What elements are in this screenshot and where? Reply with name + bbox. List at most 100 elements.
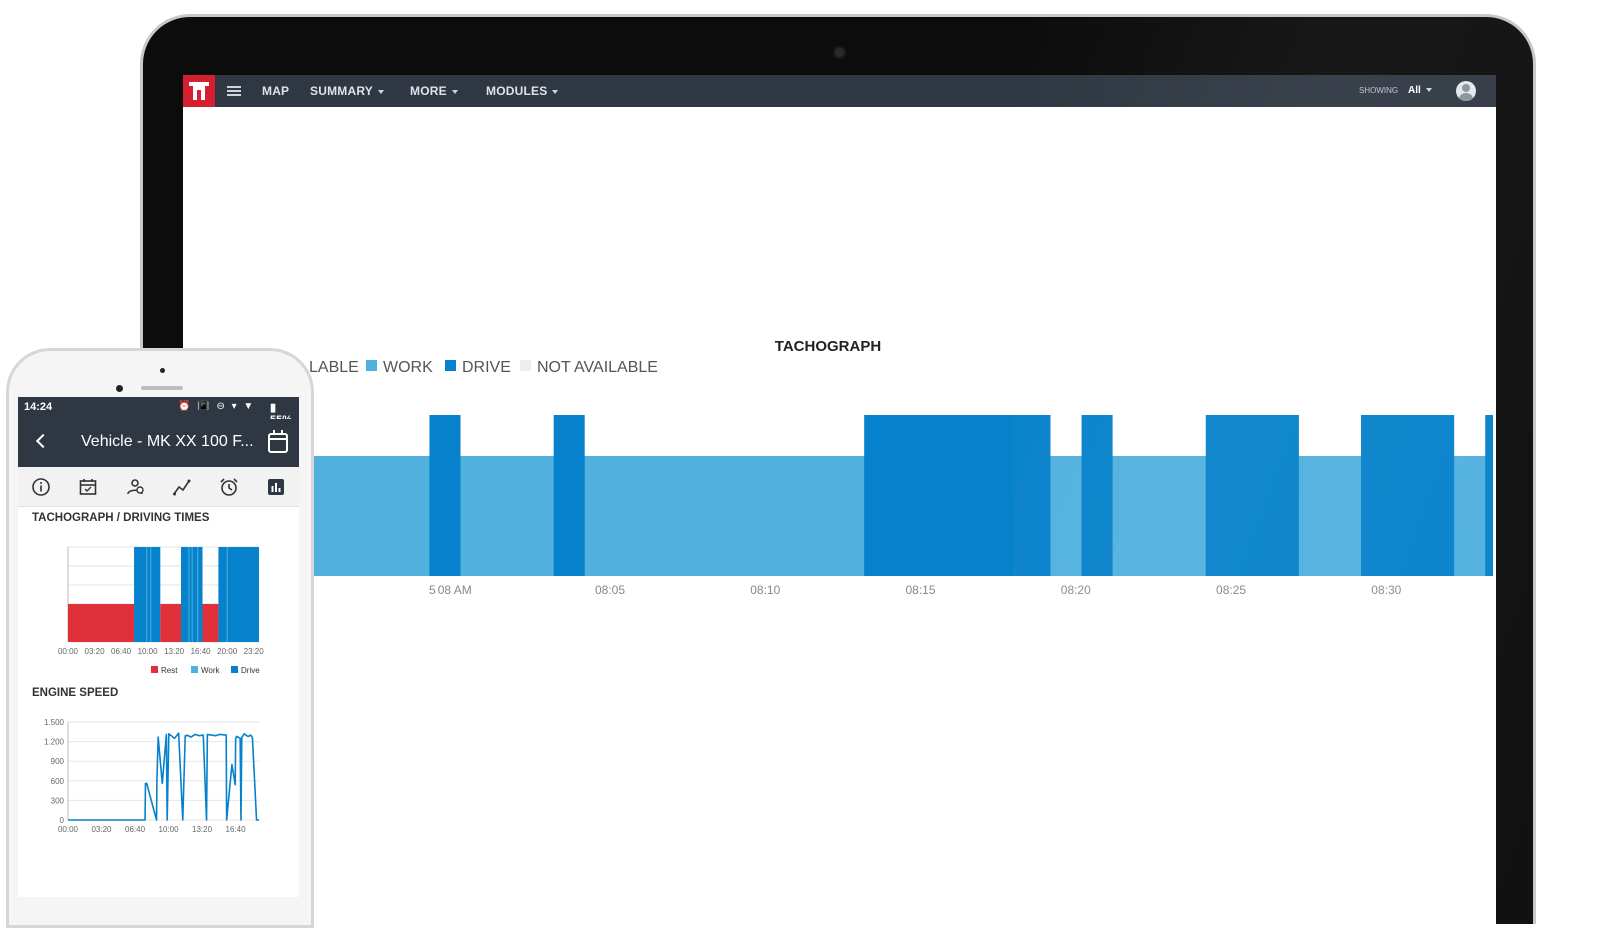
x-tick-label: 08:05 — [595, 583, 625, 597]
laptop-screen: MAP SUMMARY MORE MODULES SHOWING All TAC… — [183, 75, 1496, 924]
chevron-down-icon — [552, 89, 559, 94]
webcam — [833, 46, 846, 59]
x-tick-label: 08:20 — [1061, 583, 1091, 597]
x-tick-label: 20:00 — [217, 647, 238, 656]
drive-bar — [864, 415, 1051, 576]
phone-sensor — [160, 368, 165, 373]
x-tick-label: 00:00 — [58, 647, 79, 656]
y-tick-label: 600 — [51, 777, 65, 786]
status-icons: ⏰ 📳 ⊖ ▾ ▼ — [178, 401, 256, 412]
chevron-down-icon — [377, 89, 384, 94]
legend-label: Drive — [241, 666, 260, 675]
legend-item-work[interactable]: WORK — [366, 359, 433, 377]
nav-more[interactable]: MORE — [410, 75, 458, 107]
rest-bar — [160, 604, 182, 642]
bar-chart-icon[interactable] — [266, 477, 286, 497]
legend-swatch — [445, 360, 456, 372]
calendar-icon[interactable] — [78, 477, 98, 497]
phone-frame: 14:24 ⏰ 📳 ⊖ ▾ ▼ ▮ 55% Vehicle - MK XX 10… — [6, 348, 314, 928]
legend-label: NOT AVAILABLE — [537, 359, 658, 376]
phone-speaker — [141, 386, 183, 390]
legend-swatch — [151, 666, 158, 673]
nav-modules[interactable]: MODULES — [486, 75, 559, 107]
rest-bar — [68, 604, 135, 642]
legend-label: WORK — [383, 359, 433, 376]
legend-item-drive[interactable]: DRIVE — [445, 359, 511, 377]
x-tick-label: 08 AM — [438, 583, 472, 597]
phone-screen: 14:24 ⏰ 📳 ⊖ ▾ ▼ ▮ 55% Vehicle - MK XX 10… — [18, 397, 299, 897]
x-tick-label: 16:40 — [191, 647, 212, 656]
showing-value: All — [1408, 85, 1421, 96]
x-tick-label: 00:00 — [58, 825, 79, 834]
phone-app-bar: Vehicle - MK XX 100 F... — [18, 419, 299, 467]
x-tick-label: 10:00 — [159, 825, 180, 834]
y-tick-label: 300 — [51, 796, 65, 805]
legend-swatch — [191, 666, 198, 673]
y-tick-label: 1.500 — [44, 718, 65, 727]
rest-bar — [202, 604, 219, 642]
nav-more-label: MORE — [410, 84, 447, 98]
engine-speed-section-title: ENGINE SPEED — [32, 687, 119, 699]
y-tick-label: 900 — [51, 757, 65, 766]
nav-summary-label: SUMMARY — [310, 84, 373, 98]
legend-swatch — [231, 666, 238, 673]
x-tick-label: 10:00 — [138, 647, 159, 656]
hamburger-icon[interactable] — [227, 84, 241, 98]
tt-logo-icon[interactable] — [183, 75, 215, 107]
x-tick-label: 16:40 — [226, 825, 247, 834]
x-tick-label: 08:25 — [1216, 583, 1246, 597]
phone-status-bar: 14:24 ⏰ 📳 ⊖ ▾ ▼ ▮ 55% — [18, 397, 299, 426]
status-time: 14:24 — [24, 401, 53, 413]
x-tick-label: 08:15 — [906, 583, 936, 597]
showing-filter-select[interactable]: All — [1408, 75, 1432, 107]
y-tick-label: 0 — [60, 816, 65, 825]
legend-label: LABLE — [309, 359, 359, 376]
showing-label: SHOWING — [1359, 86, 1399, 95]
x-tick-label: 23:20 — [244, 647, 265, 656]
drive-bar — [1361, 415, 1455, 576]
drive-bar — [1081, 415, 1113, 576]
x-tick-label: 06:40 — [125, 825, 146, 834]
nav-map-label: MAP — [262, 84, 290, 98]
phone-camera — [116, 385, 123, 392]
drive-bar — [553, 415, 585, 576]
back-arrow-icon[interactable] — [35, 433, 51, 449]
legend-item-not-available[interactable]: NOT AVAILABLE — [520, 359, 658, 377]
x-tick-label: 08:10 — [750, 583, 780, 597]
drive-bar — [218, 547, 259, 642]
tachograph-chart-title: TACHOGRAPH — [774, 338, 882, 355]
x-tick-label: 03:20 — [85, 647, 106, 656]
y-tick-label: 1.200 — [44, 738, 65, 747]
driver-icon[interactable] — [125, 477, 145, 497]
legend-label: DRIVE — [462, 359, 511, 376]
x-tick-label: 08:30 — [1371, 583, 1401, 597]
alarm-clock-icon[interactable] — [219, 477, 239, 497]
tachograph-chart: 5 08 AM 08:05 08:10 08:15 08:20 08:25 08:30 — [313, 415, 1493, 597]
top-nav-bar: MAP SUMMARY MORE MODULES SHOWING All — [183, 75, 1496, 107]
info-icon[interactable] — [31, 477, 51, 497]
route-icon[interactable] — [172, 477, 192, 497]
legend-item-available[interactable]: LABLE — [309, 359, 359, 377]
drive-bar — [1205, 415, 1299, 576]
chevron-down-icon — [1425, 88, 1432, 93]
engine-speed-chart: 1.500 1.200 900 600 300 000:00 03:20 06:40 10:00… — [44, 718, 259, 834]
driving-times-chart: 00:00 03:20 06:40 10:00 13:20 16:40 20:00 23:20… — [58, 546, 265, 675]
calendar-icon[interactable] — [268, 430, 288, 453]
drive-bar — [429, 415, 461, 576]
phone-icon-tabs — [18, 467, 299, 507]
user-avatar-icon[interactable] — [1456, 81, 1476, 101]
laptop-frame: MAP SUMMARY MORE MODULES SHOWING All TAC… — [140, 14, 1536, 924]
x-tick-label: 13:20 — [164, 647, 185, 656]
nav-summary[interactable]: SUMMARY — [310, 75, 384, 107]
legend-label: Work — [201, 666, 221, 675]
vehicle-title: Vehicle - MK XX 100 F... — [81, 433, 254, 450]
chevron-down-icon — [451, 89, 458, 94]
engine-speed-line — [68, 732, 259, 821]
tachograph-section-title: TACHOGRAPH / DRIVING TIMES — [32, 512, 210, 524]
nav-modules-label: MODULES — [486, 84, 548, 98]
nav-map[interactable]: MAP — [262, 75, 289, 107]
x-tick-label: 03:20 — [91, 825, 112, 834]
x-tick-label: 5 — [429, 583, 436, 597]
drive-bar — [1485, 415, 1493, 576]
legend-swatch — [520, 360, 531, 372]
